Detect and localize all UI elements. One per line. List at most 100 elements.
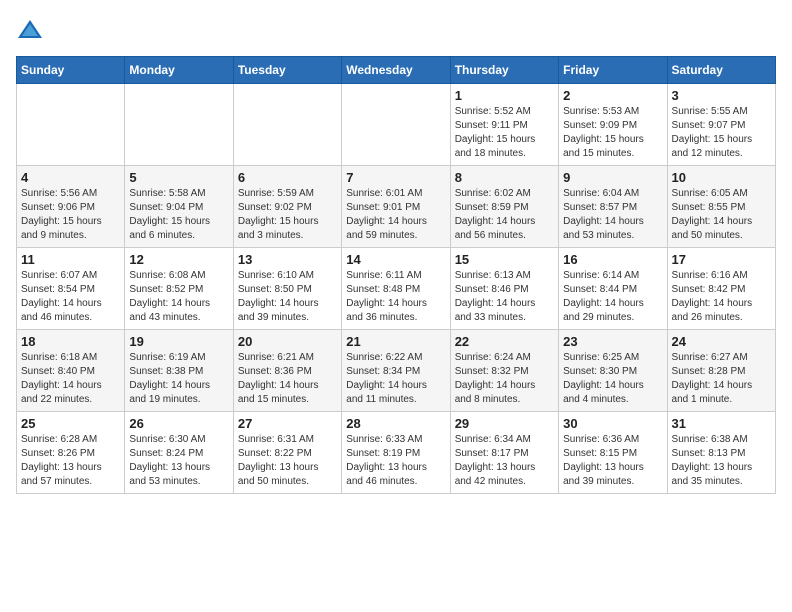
day-number-9: 9: [563, 170, 662, 185]
day-cell-29: 29Sunrise: 6:34 AM Sunset: 8:17 PM Dayli…: [450, 412, 558, 494]
day-info-5: Sunrise: 5:58 AM Sunset: 9:04 PM Dayligh…: [129, 187, 228, 243]
day-number-1: 1: [455, 88, 554, 103]
empty-cell: [233, 84, 341, 166]
day-cell-22: 22 Sunrise: 6:24 AM Sunset: 8:32 PM Dayli…: [450, 330, 558, 412]
day-cell-13: 13Sunrise: 6:10 AM Sunset: 8:50 PM Dayli…: [233, 248, 341, 330]
day-cell-28: 28 Sunrise: 6:33 AM Sunset: 8:19 PM Dayli…: [342, 412, 450, 494]
day-info-17: Sunrise: 6:16 AM Sunset: 8:42 PM Dayligh…: [672, 269, 771, 325]
day-cell-17: 17 Sunrise: 6:16 AM Sunset: 8:42 PM Dayli…: [667, 248, 775, 330]
day-number-29: 29: [455, 416, 554, 431]
day-number-25: 25: [21, 416, 120, 431]
day-number-26: 26: [129, 416, 228, 431]
day-info-8: Sunrise: 6:02 AM Sunset: 8:59 PM Dayligh…: [455, 187, 554, 243]
day-number-8: 8: [455, 170, 554, 185]
day-cell-8: 8 Sunrise: 6:02 AM Sunset: 8:59 PM Daylig…: [450, 166, 558, 248]
day-cell-5: 5 Sunrise: 5:58 AM Sunset: 9:04 PM Daylig…: [125, 166, 233, 248]
day-info-21: Sunrise: 6:22 AM Sunset: 8:34 PM Dayligh…: [346, 351, 445, 407]
day-info-19: Sunrise: 6:19 AM Sunset: 8:38 PM Dayligh…: [129, 351, 228, 407]
day-number-14: 14: [346, 252, 445, 267]
day-info-1: Sunrise: 5:52 AM Sunset: 9:11 PM Dayligh…: [455, 105, 554, 161]
calendar-table: SundayMondayTuesdayWednesdayThursdayFrid…: [16, 56, 776, 494]
day-number-10: 10: [672, 170, 771, 185]
day-number-24: 24: [672, 334, 771, 349]
day-info-31: Sunrise: 6:38 AM Sunset: 8:13 PM Dayligh…: [672, 433, 771, 489]
day-cell-10: 10 Sunrise: 6:05 AM Sunset: 8:55 PM Dayli…: [667, 166, 775, 248]
day-info-4: Sunrise: 5:56 AM Sunset: 9:06 PM Dayligh…: [21, 187, 120, 243]
day-info-24: Sunrise: 6:27 AM Sunset: 8:28 PM Dayligh…: [672, 351, 771, 407]
day-cell-25: 25 Sunrise: 6:28 AM Sunset: 8:26 PM Dayli…: [17, 412, 125, 494]
logo: [16, 16, 48, 44]
day-info-27: Sunrise: 6:31 AM Sunset: 8:22 PM Dayligh…: [238, 433, 337, 489]
day-number-13: 13: [238, 252, 337, 267]
day-cell-18: 18Sunrise: 6:18 AM Sunset: 8:40 PM Dayli…: [17, 330, 125, 412]
week-row-3: 11 Sunrise: 6:07 AM Sunset: 8:54 PM Dayli…: [17, 248, 776, 330]
day-number-5: 5: [129, 170, 228, 185]
day-number-2: 2: [563, 88, 662, 103]
day-number-28: 28: [346, 416, 445, 431]
day-info-20: Sunrise: 6:21 AM Sunset: 8:36 PM Dayligh…: [238, 351, 337, 407]
day-cell-30: 30 Sunrise: 6:36 AM Sunset: 8:15 PM Dayli…: [559, 412, 667, 494]
weekday-header-tuesday: Tuesday: [233, 57, 341, 84]
day-cell-4: 4 Sunrise: 5:56 AM Sunset: 9:06 PM Daylig…: [17, 166, 125, 248]
day-cell-26: 26Sunrise: 6:30 AM Sunset: 8:24 PM Dayli…: [125, 412, 233, 494]
day-info-22: Sunrise: 6:24 AM Sunset: 8:32 PM Dayligh…: [455, 351, 554, 407]
day-cell-2: 2 Sunrise: 5:53 AM Sunset: 9:09 PM Daylig…: [559, 84, 667, 166]
day-number-30: 30: [563, 416, 662, 431]
day-cell-23: 23 Sunrise: 6:25 AM Sunset: 8:30 PM Dayli…: [559, 330, 667, 412]
week-row-4: 18Sunrise: 6:18 AM Sunset: 8:40 PM Dayli…: [17, 330, 776, 412]
day-cell-14: 14 Sunrise: 6:11 AM Sunset: 8:48 PM Dayli…: [342, 248, 450, 330]
day-info-6: Sunrise: 5:59 AM Sunset: 9:02 PM Dayligh…: [238, 187, 337, 243]
day-cell-6: 6 Sunrise: 5:59 AM Sunset: 9:02 PM Daylig…: [233, 166, 341, 248]
weekday-header-saturday: Saturday: [667, 57, 775, 84]
weekday-header-wednesday: Wednesday: [342, 57, 450, 84]
day-number-31: 31: [672, 416, 771, 431]
day-cell-3: 3 Sunrise: 5:55 AM Sunset: 9:07 PM Daylig…: [667, 84, 775, 166]
day-number-7: 7: [346, 170, 445, 185]
page-header: [16, 16, 776, 44]
day-info-30: Sunrise: 6:36 AM Sunset: 8:15 PM Dayligh…: [563, 433, 662, 489]
day-cell-16: 16 Sunrise: 6:14 AM Sunset: 8:44 PM Dayli…: [559, 248, 667, 330]
day-number-6: 6: [238, 170, 337, 185]
day-number-11: 11: [21, 252, 120, 267]
day-info-25: Sunrise: 6:28 AM Sunset: 8:26 PM Dayligh…: [21, 433, 120, 489]
day-number-12: 12: [129, 252, 228, 267]
day-info-12: Sunrise: 6:08 AM Sunset: 8:52 PM Dayligh…: [129, 269, 228, 325]
day-number-18: 18: [21, 334, 120, 349]
day-number-23: 23: [563, 334, 662, 349]
week-row-5: 25 Sunrise: 6:28 AM Sunset: 8:26 PM Dayli…: [17, 412, 776, 494]
weekday-header-friday: Friday: [559, 57, 667, 84]
day-cell-24: 24 Sunrise: 6:27 AM Sunset: 8:28 PM Dayli…: [667, 330, 775, 412]
day-number-4: 4: [21, 170, 120, 185]
weekday-header-sunday: Sunday: [17, 57, 125, 84]
day-number-27: 27: [238, 416, 337, 431]
day-info-23: Sunrise: 6:25 AM Sunset: 8:30 PM Dayligh…: [563, 351, 662, 407]
day-info-10: Sunrise: 6:05 AM Sunset: 8:55 PM Dayligh…: [672, 187, 771, 243]
day-info-16: Sunrise: 6:14 AM Sunset: 8:44 PM Dayligh…: [563, 269, 662, 325]
day-number-16: 16: [563, 252, 662, 267]
day-info-9: Sunrise: 6:04 AM Sunset: 8:57 PM Dayligh…: [563, 187, 662, 243]
empty-cell: [17, 84, 125, 166]
day-number-22: 22: [455, 334, 554, 349]
day-info-11: Sunrise: 6:07 AM Sunset: 8:54 PM Dayligh…: [21, 269, 120, 325]
day-info-15: Sunrise: 6:13 AM Sunset: 8:46 PM Dayligh…: [455, 269, 554, 325]
day-number-21: 21: [346, 334, 445, 349]
day-cell-20: 20 Sunrise: 6:21 AM Sunset: 8:36 PM Dayli…: [233, 330, 341, 412]
day-cell-1: 1 Sunrise: 5:52 AM Sunset: 9:11 PM Daylig…: [450, 84, 558, 166]
day-cell-11: 11 Sunrise: 6:07 AM Sunset: 8:54 PM Dayli…: [17, 248, 125, 330]
weekday-header-row: SundayMondayTuesdayWednesdayThursdayFrid…: [17, 57, 776, 84]
day-info-2: Sunrise: 5:53 AM Sunset: 9:09 PM Dayligh…: [563, 105, 662, 161]
day-number-20: 20: [238, 334, 337, 349]
day-info-14: Sunrise: 6:11 AM Sunset: 8:48 PM Dayligh…: [346, 269, 445, 325]
day-cell-12: 12 Sunrise: 6:08 AM Sunset: 8:52 PM Dayli…: [125, 248, 233, 330]
day-info-3: Sunrise: 5:55 AM Sunset: 9:07 PM Dayligh…: [672, 105, 771, 161]
day-number-15: 15: [455, 252, 554, 267]
day-info-28: Sunrise: 6:33 AM Sunset: 8:19 PM Dayligh…: [346, 433, 445, 489]
day-cell-21: 21 Sunrise: 6:22 AM Sunset: 8:34 PM Dayli…: [342, 330, 450, 412]
weekday-header-monday: Monday: [125, 57, 233, 84]
day-cell-27: 27 Sunrise: 6:31 AM Sunset: 8:22 PM Dayli…: [233, 412, 341, 494]
day-cell-7: 7 Sunrise: 6:01 AM Sunset: 9:01 PM Daylig…: [342, 166, 450, 248]
week-row-2: 4 Sunrise: 5:56 AM Sunset: 9:06 PM Daylig…: [17, 166, 776, 248]
day-number-17: 17: [672, 252, 771, 267]
day-info-7: Sunrise: 6:01 AM Sunset: 9:01 PM Dayligh…: [346, 187, 445, 243]
day-number-3: 3: [672, 88, 771, 103]
